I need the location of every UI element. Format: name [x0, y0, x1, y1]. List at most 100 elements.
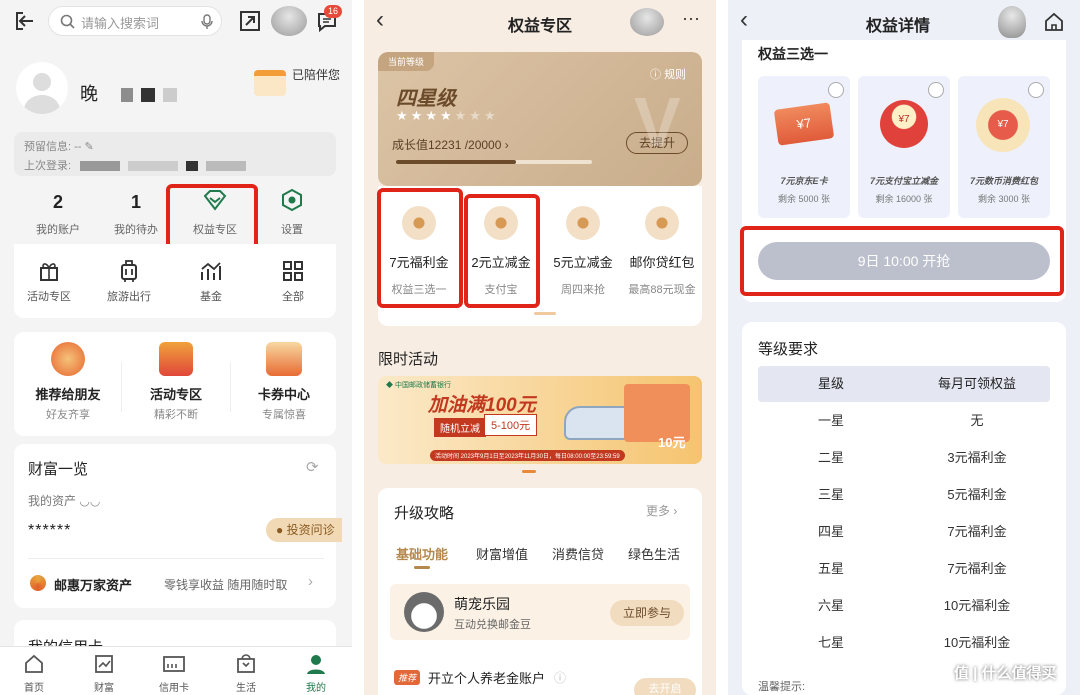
chevron-right-icon: › [673, 504, 678, 518]
pension-row: 推荐 开立个人养老金账户 ⓘ 去开启 [394, 668, 696, 695]
more-icon[interactable]: ··· [682, 8, 700, 29]
table-header: 星级 每月可领权益 [758, 366, 1050, 402]
banner-main: 加油满100元 [428, 395, 536, 416]
grid-label: 活动专区 [27, 291, 71, 303]
invest-label: 投资问诊 [286, 523, 335, 537]
nav-credit[interactable]: 信用卡 [150, 653, 198, 694]
eye-closed-icon[interactable]: ◡◡ [79, 494, 100, 508]
nav-home[interactable]: 首页 [10, 653, 58, 694]
youhui-row[interactable]: 邮惠万家资产 零钱享收益 随用随时取 › [28, 572, 328, 596]
robot-avatar-icon[interactable] [630, 8, 664, 36]
table-cell: 四星 [817, 524, 844, 539]
level-name: 四星级 [396, 88, 456, 110]
youhui-logo-icon [30, 575, 46, 591]
tip-label: 温馨提示: [758, 681, 806, 693]
robot-mascot-icon[interactable] [998, 6, 1026, 38]
growth-value: 成长值12231 /20000 [392, 138, 502, 152]
radio-button[interactable] [1028, 82, 1044, 98]
search-input[interactable]: 请输入搜索词 [81, 13, 159, 32]
masked-name [121, 88, 134, 103]
voucher-card[interactable]: ¥7 7元数币消费红包 剩余 3000 张 [958, 76, 1050, 218]
table-cell: 六星 [817, 598, 844, 613]
message-badge: 16 [324, 5, 343, 18]
star-empty-icon: ★ [469, 108, 484, 123]
wealth-title: 财富一览 [28, 461, 89, 478]
refresh-icon[interactable]: ⟳ [306, 458, 319, 476]
info-value: -- [74, 141, 82, 153]
husky-icon [404, 592, 444, 632]
table-body: 一星无二星 3元福利金 三星 5元福利金 四星 7元福利金 五星 7元福利金 六星 10元福利金七… [758, 402, 1050, 661]
promo-coupons[interactable]: 卡券中心 专属惊喜 [234, 342, 334, 422]
radio-button[interactable] [828, 82, 844, 98]
growth-fill [396, 160, 516, 164]
grid-item-fund[interactable]: 基金 [178, 258, 244, 304]
tab-basic[interactable]: 基础功能 [396, 544, 448, 563]
nav-mine[interactable]: 我的 [292, 653, 340, 694]
info-icon[interactable]: ⓘ [554, 669, 566, 686]
stat-accounts[interactable]: 2 我的账户 [26, 192, 90, 237]
voucher-card[interactable]: ¥7 7元支付宝立减金 剩余 16000 张 [858, 76, 950, 218]
growth-bar [396, 160, 592, 164]
grid-item-all[interactable]: 全部 [260, 258, 326, 304]
stat-label: 设置 [281, 224, 303, 236]
edit-icon[interactable]: ✎ [85, 141, 94, 153]
open-button[interactable]: 去开启 [634, 678, 696, 695]
invest-button[interactable]: ● 投资问诊 [266, 518, 342, 542]
banner-side: 10元 [658, 435, 686, 450]
bank-name: 中国邮政储蓄银行 [394, 382, 451, 389]
benefit-detail-panel: ‹ 权益详情 权益三选一 ¥7 7元京东E卡 剩余 5000 张 ¥7 7元支付… [728, 0, 1080, 695]
avatar[interactable] [16, 62, 68, 114]
star-filled-icon: ★ [396, 108, 411, 123]
tab-green[interactable]: 绿色生活 [628, 544, 680, 563]
growth-row[interactable]: 成长值12231 /20000 › [392, 136, 509, 153]
chart-icon [178, 258, 244, 284]
nav-life[interactable]: 生活 [222, 653, 270, 694]
logout-icon[interactable] [12, 8, 38, 34]
promo-card: 推荐给朋友 好友齐享 活动专区 精彩不断 卡券中心 专属惊喜 [14, 332, 336, 436]
tab-credit[interactable]: 消费信贷 [552, 544, 604, 563]
nav-label: 财富 [94, 683, 114, 694]
limited-title: 限时活动 [378, 351, 439, 368]
choose-title: 权益三选一 [758, 46, 828, 62]
home-icon[interactable] [1042, 10, 1066, 34]
strategy-title: 升级攻略 [394, 505, 455, 522]
promo-sub: 精彩不断 [154, 409, 198, 421]
voucher-card[interactable]: ¥7 7元京东E卡 剩余 5000 张 [758, 76, 850, 218]
assets-label: 我的资产 ◡◡ [28, 492, 100, 509]
nav-wealth[interactable]: 财富 [80, 653, 128, 694]
settings-button[interactable]: 设置 [262, 188, 322, 237]
scan-icon[interactable] [238, 9, 262, 33]
promo-banner[interactable]: ◆ 中国邮政储蓄银行 加油满100元 随机立减 5-100元 10元 活动时间 … [378, 376, 702, 464]
masked-login [128, 161, 179, 172]
promo-title: 推荐给朋友 [35, 387, 101, 402]
grid-item-activity[interactable]: 活动专区 [16, 258, 82, 304]
promo-activity[interactable]: 活动专区 精彩不断 [126, 342, 226, 422]
search-bar[interactable]: 请输入搜索词 [48, 6, 222, 36]
pet-sub: 互动兑换邮金豆 [454, 619, 531, 631]
table-cell: 七星 [817, 635, 844, 650]
promo-recommend[interactable]: 推荐给朋友 好友齐享 [18, 342, 118, 422]
bank-logo-icon: ◆ [386, 382, 393, 389]
grid-label: 旅游出行 [107, 291, 151, 303]
site-watermark: 值 | 什么值得买 [954, 665, 1057, 682]
robot-avatar-icon[interactable] [271, 6, 307, 36]
radio-button[interactable] [928, 82, 944, 98]
benefit-item[interactable]: 邮你贷红包 最高88元现金 [622, 206, 702, 297]
stat-todo[interactable]: 1 我的待办 [104, 192, 168, 237]
promo-title: 卡券中心 [257, 387, 310, 402]
divider [121, 362, 122, 412]
benefit-item[interactable]: 5元立减金 周四来抢 [546, 206, 620, 297]
benefits-zone-panel: ‹ 权益专区 ··· 当前等级 ⓘ 规则 四星级 ★★★★★★★ 成长值1223… [364, 0, 716, 695]
requirements-card: 等级要求 星级 每月可领权益 一星无二星 3元福利金 三星 5元福利金 四星 7元福利金五… [742, 322, 1066, 695]
highlight-box [166, 184, 258, 250]
table-header-cell: 星级 [817, 376, 844, 391]
join-button[interactable]: 立即参与 [610, 600, 684, 626]
banner-footer: 活动时间 2023年9月1日至2023年11月30日，每日08:00:00至23… [430, 450, 625, 461]
masked-login [206, 161, 247, 172]
mic-icon[interactable] [199, 13, 215, 30]
rules-link[interactable]: ⓘ 规则 [650, 66, 686, 82]
ticket-icon [566, 206, 600, 240]
more-link[interactable]: 更多 › [646, 502, 677, 519]
tab-wealth[interactable]: 财富增值 [476, 544, 528, 563]
grid-item-travel[interactable]: 旅游出行 [96, 258, 162, 304]
